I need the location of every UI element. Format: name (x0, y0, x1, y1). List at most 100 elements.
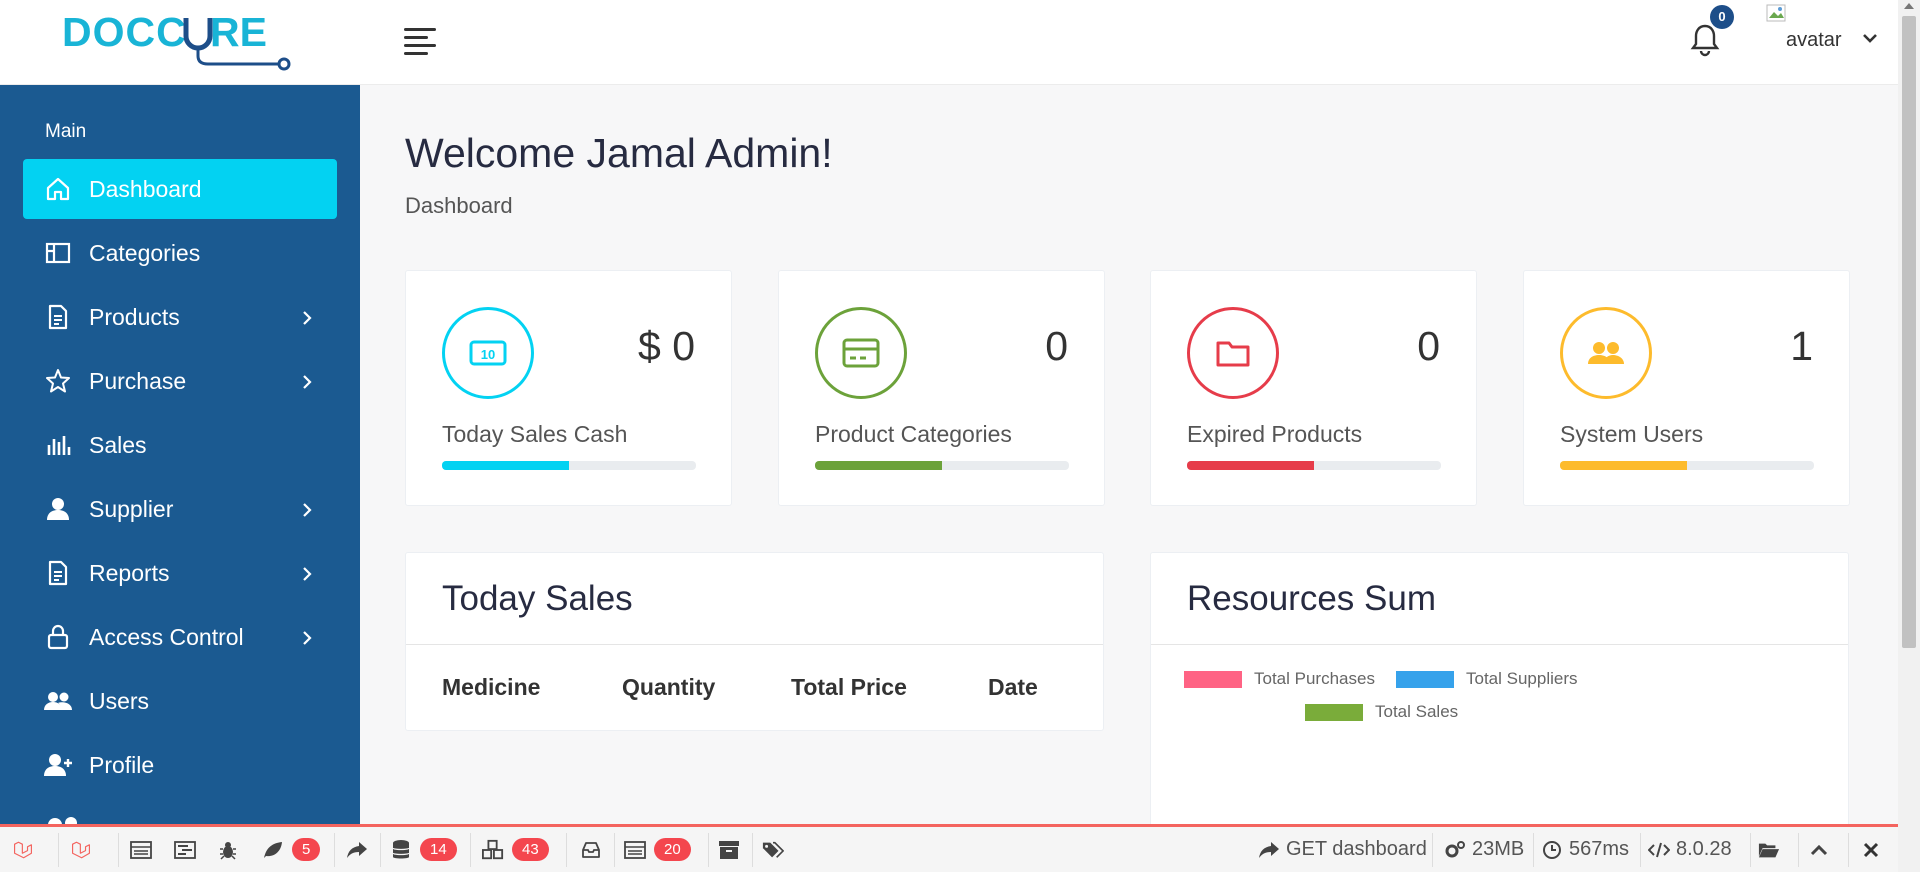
views-count-badge: 20 (654, 838, 691, 861)
chevron-right-icon (297, 499, 317, 519)
stat-value: 0 (1417, 323, 1440, 369)
sidebar-item-label: Reports (89, 559, 170, 586)
cogs-icon (1444, 839, 1466, 861)
stat-card-expired-products: 0 Expired Products (1150, 270, 1477, 506)
resources-sum-card: Resources Sum Total Purchases Total Supp… (1150, 552, 1849, 842)
sidebar-item-label: Supplier (89, 495, 174, 522)
svg-text:RE: RE (210, 10, 267, 55)
avatar[interactable] (1766, 4, 1788, 24)
time-label: 567ms (1569, 838, 1630, 860)
users-icon (43, 686, 73, 716)
sidebar-toggle-icon[interactable] (404, 28, 436, 56)
database-icon[interactable]: 14 (390, 827, 457, 872)
lock-icon (43, 622, 73, 652)
star-icon (43, 366, 73, 396)
stat-card-product-categories: 0 Product Categories (778, 270, 1105, 506)
php-version-label: 8.0.28 (1676, 838, 1732, 860)
memory-label: 23MB (1472, 838, 1525, 860)
sidebar: Main Dashboard Categories Products Purch… (0, 85, 360, 825)
sidebar-item-sales[interactable]: Sales (23, 415, 337, 475)
sidebar-item-label: Access Control (89, 623, 244, 650)
inbox-icon[interactable] (580, 827, 602, 872)
cubes-icon[interactable]: 43 (482, 827, 549, 872)
leaf-icon[interactable]: 5 (262, 827, 321, 872)
divider (406, 644, 1103, 645)
stat-label: Expired Products (1187, 421, 1363, 447)
stat-value: 0 (1045, 323, 1068, 369)
svg-text:DOCC: DOCC (62, 10, 187, 55)
sidebar-item-access-control[interactable]: Access Control (23, 607, 337, 667)
brand-logo[interactable]: DOCC RE (60, 9, 300, 72)
column-header-date[interactable]: Date (988, 674, 1038, 701)
share-icon[interactable] (346, 827, 368, 872)
sidebar-item-purchase[interactable]: Purchase (23, 351, 337, 411)
folder-icon (1187, 307, 1279, 399)
money-icon: 10 (442, 307, 534, 399)
tags-icon[interactable] (762, 827, 784, 872)
home-icon (43, 174, 73, 204)
route-info[interactable]: GET dashboard (1258, 827, 1427, 872)
views-icon[interactable]: 20 (624, 827, 691, 872)
sidebar-item-products[interactable]: Products (23, 287, 337, 347)
archive-icon[interactable] (718, 827, 740, 872)
sidebar-item-label: Users (89, 687, 150, 714)
sidebar-item-dashboard[interactable]: Dashboard (23, 159, 337, 219)
chevron-down-icon[interactable] (1860, 28, 1880, 48)
column-header-medicine[interactable]: Medicine (442, 674, 540, 701)
folder-open-icon[interactable] (1758, 827, 1780, 872)
legend-item-total-sales[interactable]: Total Sales (1305, 702, 1458, 722)
chevron-right-icon (297, 307, 317, 327)
users-icon (1560, 307, 1652, 399)
user-menu-label[interactable]: avatar (1786, 29, 1842, 52)
sidebar-item-label: Profile (89, 751, 155, 778)
chevron-right-icon (297, 371, 317, 391)
column-header-quantity[interactable]: Quantity (622, 674, 715, 701)
memory-info[interactable]: 23MB (1444, 827, 1524, 872)
scroll-up-icon[interactable] (1904, 3, 1914, 9)
sidebar-item-label: Dashboard (89, 175, 202, 202)
column-header-total-price[interactable]: Total Price (791, 674, 907, 701)
legend-item-total-suppliers[interactable]: Total Suppliers (1396, 669, 1578, 689)
time-info[interactable]: 567ms (1541, 827, 1629, 872)
chevron-up-icon[interactable] (1808, 827, 1830, 872)
legend-item-total-purchases[interactable]: Total Purchases (1184, 669, 1375, 689)
share-icon (1258, 839, 1280, 861)
notification-badge: 0 (1710, 5, 1734, 29)
php-version-info[interactable]: 8.0.28 (1648, 827, 1732, 872)
top-header: DOCC RE 0 avatar (0, 0, 1898, 85)
user-icon (43, 494, 73, 524)
user-plus-icon (43, 750, 73, 780)
sidebar-item-label: Purchase (89, 367, 187, 394)
sidebar-item-profile[interactable]: Profile (23, 735, 337, 795)
laravel-icon[interactable] (70, 827, 92, 872)
sidebar-item-supplier[interactable]: Supplier (23, 479, 337, 539)
stat-card-system-users: 1 System Users (1523, 270, 1850, 506)
chevron-right-icon (297, 627, 317, 647)
legend-label: Total Sales (1375, 702, 1459, 721)
sidebar-item-categories[interactable]: Categories (23, 223, 337, 283)
laravel-logo-icon[interactable] (12, 827, 34, 872)
legend-swatch (1184, 670, 1242, 688)
stat-label: Today Sales Cash (442, 421, 628, 447)
sidebar-item-users[interactable]: Users (23, 671, 337, 731)
document-icon (43, 558, 73, 588)
sidebar-item-reports[interactable]: Reports (23, 543, 337, 603)
request-icon[interactable] (130, 827, 152, 872)
card-title: Resources Sum (1187, 579, 1436, 618)
bug-icon[interactable] (217, 827, 239, 872)
page-scrollbar[interactable] (1898, 0, 1920, 872)
stat-card-sales-cash: 10 $ 0 Today Sales Cash (405, 270, 732, 506)
code-icon (1648, 839, 1670, 861)
sidebar-item-label: Categories (89, 239, 201, 266)
sidebar-item-label: Sales (89, 431, 147, 458)
stat-value: $ 0 (638, 323, 695, 369)
sidebar-item-label: Products (89, 303, 180, 330)
sidebar-section-title: Main (45, 121, 87, 142)
scrollbar-thumb[interactable] (1902, 16, 1916, 648)
stat-progress (442, 461, 696, 470)
document-icon (43, 302, 73, 332)
breadcrumb[interactable]: Dashboard (405, 193, 513, 219)
timeline-icon[interactable] (174, 827, 196, 872)
queries-count-badge: 14 (420, 838, 457, 861)
close-icon[interactable] (1860, 827, 1882, 872)
